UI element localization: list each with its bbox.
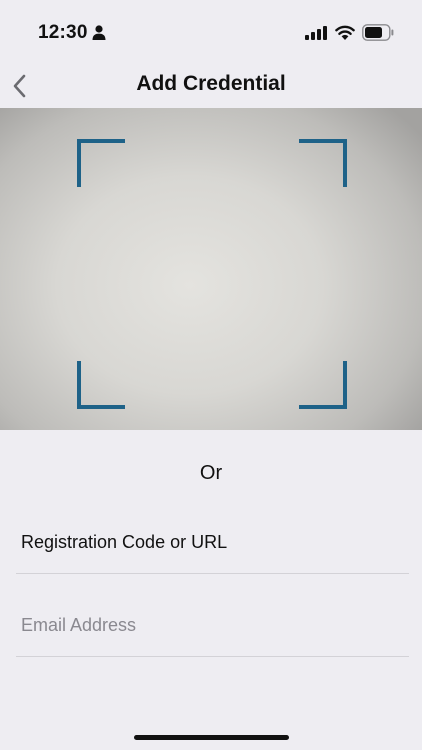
email-input[interactable]	[21, 595, 401, 656]
person-icon	[92, 25, 106, 40]
qr-scanner-viewfinder[interactable]	[0, 108, 422, 430]
or-divider-label: Or	[199, 462, 223, 484]
scan-frame-corner-bottom-right	[299, 361, 347, 409]
status-time: 12:30	[38, 22, 88, 43]
registration-code-input[interactable]	[21, 512, 401, 573]
scan-frame-corner-bottom-left	[77, 361, 125, 409]
scan-frame-corner-top-right	[299, 139, 347, 187]
wifi-icon	[335, 25, 355, 40]
registration-code-field	[16, 512, 409, 574]
page-title: Add Credential	[136, 72, 286, 95]
screen: 12:30 Add Credential Or Registration Cod…	[0, 0, 422, 750]
scan-frame-corner-top-left	[77, 139, 125, 187]
email-field	[16, 595, 409, 657]
cellular-signal-icon	[305, 26, 327, 40]
status-bar: 12:30	[0, 0, 422, 64]
navigation-bar: Add Credential	[0, 64, 422, 108]
home-indicator	[134, 735, 289, 740]
battery-icon	[362, 24, 394, 41]
